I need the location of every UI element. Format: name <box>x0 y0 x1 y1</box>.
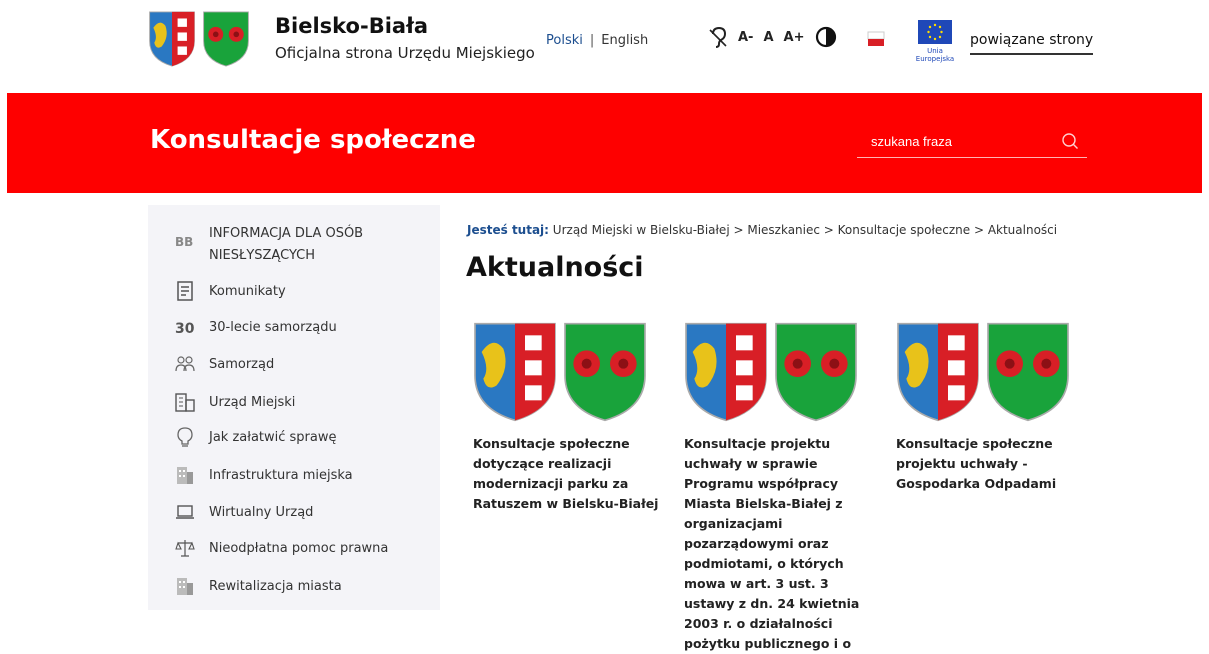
sidebar-item-urzad[interactable]: Urząd Miejski <box>175 392 295 414</box>
svg-text:BB: BB <box>175 235 193 248</box>
sidebar-item-label: Samorząd <box>209 357 275 372</box>
crest-biala-icon <box>563 322 647 422</box>
top-header: Bielsko-Biała Oficjalna strona Urzędu Mi… <box>0 0 1209 92</box>
sidebar-item-samorzad[interactable]: Samorząd <box>175 354 274 376</box>
sidebar-item-komunikaty[interactable]: Komunikaty <box>175 281 286 303</box>
sidebar-nav: BB INFORMACJA DLA OSÓB NIESŁYSZĄCYCH Kom… <box>148 205 440 610</box>
contrast-icon[interactable] <box>815 26 837 48</box>
sidebar-item-label: Komunikaty <box>209 284 286 299</box>
search-box <box>857 128 1087 158</box>
crest-bielsko-icon <box>148 11 196 67</box>
news-thumbnail <box>896 322 1086 422</box>
building-icon <box>175 392 195 412</box>
news-card-title[interactable]: Konsultacje społeczne projektu uchwały -… <box>896 434 1086 494</box>
bip-flag-icon[interactable] <box>866 28 886 50</box>
crest-biala-icon <box>202 11 250 67</box>
eu-flag-icon <box>918 20 952 44</box>
related-sites-link[interactable]: powiązane strony <box>970 32 1094 55</box>
lang-polski-link[interactable]: Polski <box>546 33 583 48</box>
news-card-title[interactable]: Konsultacje projektu uchwały w sprawie P… <box>684 434 874 654</box>
people-icon <box>175 354 195 374</box>
svg-text:30: 30 <box>175 321 195 335</box>
crest-bielsko-icon <box>684 322 768 422</box>
news-card[interactable]: Konsultacje projektu uchwały w sprawie P… <box>684 322 874 654</box>
site-subtitle: Oficjalna strona Urzędu Miejskiego <box>275 44 535 62</box>
sidebar-item-label: Rewitalizacja miasta <box>209 579 342 594</box>
news-card[interactable]: Konsultacje społeczne projektu uchwały -… <box>896 322 1086 494</box>
font-decrease-button[interactable]: A- <box>738 30 753 45</box>
document-icon <box>175 281 195 301</box>
sidebar-item-wirtualny[interactable]: Wirtualny Urząd <box>175 502 313 524</box>
font-increase-button[interactable]: A+ <box>784 30 805 45</box>
thirty-icon: 30 <box>175 317 195 337</box>
lang-english-link[interactable]: English <box>601 33 648 48</box>
search-icon[interactable] <box>1061 132 1079 150</box>
sidebar-item-30-lecie[interactable]: 30 30-lecie samorządu <box>175 317 337 339</box>
crest-biala-icon <box>986 322 1070 422</box>
sidebar-item-rewitalizacja[interactable]: Rewitalizacja miasta <box>175 576 342 598</box>
bb-sign-icon: BB <box>175 231 195 251</box>
city-icon <box>175 465 195 485</box>
sidebar-item-label: Wirtualny Urząd <box>209 505 314 520</box>
crest-bielsko-icon <box>896 322 980 422</box>
news-card-title[interactable]: Konsultacje społeczne dotyczące realizac… <box>473 434 663 514</box>
sidebar-item-label: Nieodpłatna pomoc prawna <box>209 541 389 556</box>
sidebar-item-pomoc-prawna[interactable]: Nieodpłatna pomoc prawna <box>175 538 388 560</box>
crest-bielsko-icon <box>473 322 557 422</box>
office-icon <box>175 576 195 596</box>
language-switcher: Polski | English <box>546 33 648 48</box>
laptop-icon <box>175 502 195 522</box>
accessibility-tools: A- A A+ <box>708 26 837 48</box>
sidebar-item-label: Jak załatwić sprawę <box>209 430 337 445</box>
city-logo[interactable] <box>148 11 250 67</box>
sidebar-item-label: Urząd Miejski <box>209 395 296 410</box>
news-thumbnail <box>473 322 663 422</box>
lang-separator: | <box>589 33 595 48</box>
section-banner: Konsultacje społeczne <box>7 93 1202 193</box>
eu-caption: Unia Europejska <box>915 47 955 63</box>
font-normal-button[interactable]: A <box>763 30 773 45</box>
ear-icon[interactable] <box>708 26 728 48</box>
sidebar-item-label: Infrastruktura miejska <box>209 468 353 483</box>
scales-icon <box>175 538 195 558</box>
section-title: Konsultacje społeczne <box>150 125 476 155</box>
breadcrumb: Jesteś tutaj: Urząd Miejski w Bielsku-Bi… <box>467 223 1057 237</box>
breadcrumb-path[interactable]: Urząd Miejski w Bielsku-Białej > Mieszka… <box>553 223 1057 237</box>
sidebar-item-jak-zalatwic[interactable]: Jak załatwić sprawę <box>175 427 337 449</box>
site-title[interactable]: Bielsko-Biała <box>275 14 428 38</box>
news-card[interactable]: Konsultacje społeczne dotyczące realizac… <box>473 322 663 514</box>
breadcrumb-lead: Jesteś tutaj: <box>467 223 549 237</box>
lightbulb-icon <box>175 427 195 447</box>
sidebar-item-informacja[interactable]: BB INFORMACJA DLA OSÓB NIESŁYSZĄCYCH <box>175 223 389 267</box>
crest-biala-icon <box>774 322 858 422</box>
sidebar-item-label: 30-lecie samorządu <box>209 320 337 335</box>
news-thumbnail <box>684 322 874 422</box>
sidebar-item-infrastruktura[interactable]: Infrastruktura miejska <box>175 465 353 487</box>
eu-logo[interactable]: Unia Europejska <box>910 20 960 63</box>
page-title: Aktualności <box>466 252 644 283</box>
search-input[interactable] <box>857 128 1057 154</box>
sidebar-item-label: INFORMACJA DLA OSÓB NIESŁYSZĄCYCH <box>209 226 364 263</box>
